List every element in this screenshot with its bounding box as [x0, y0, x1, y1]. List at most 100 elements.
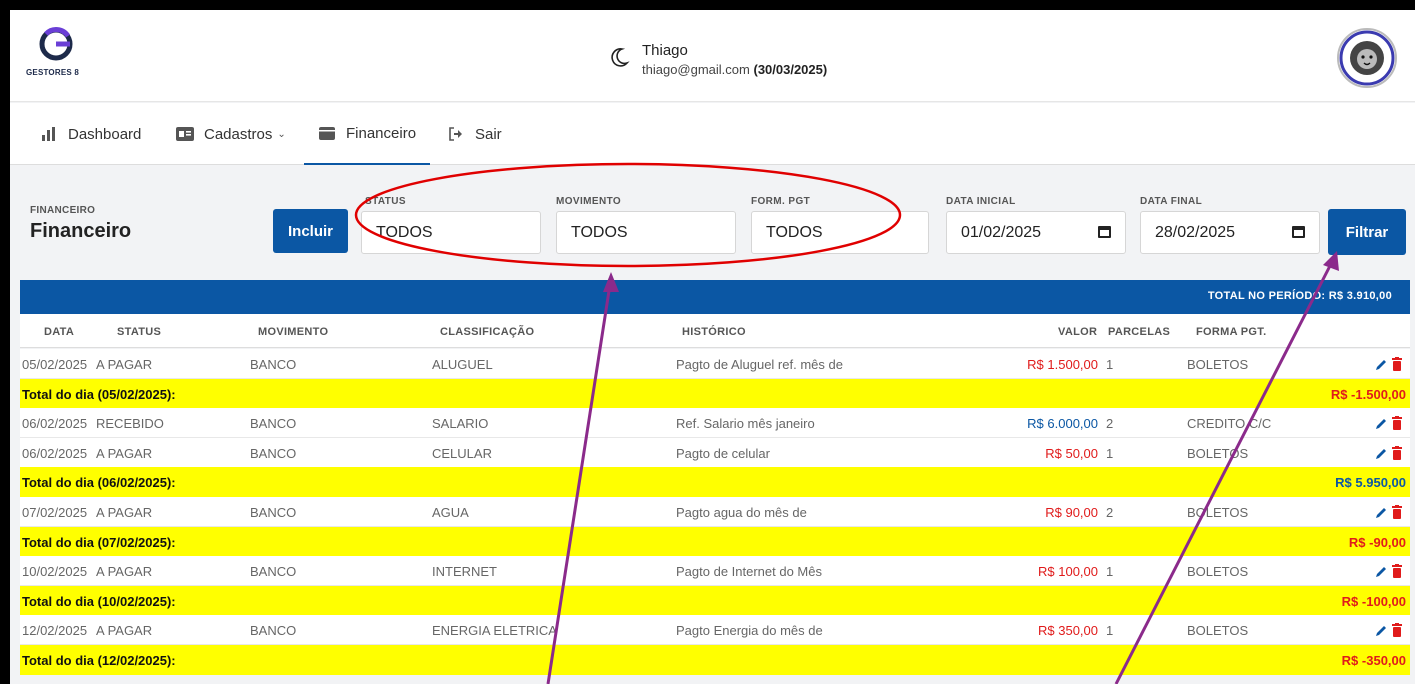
row-actions [1366, 356, 1402, 372]
nav-dashboard[interactable]: Dashboard [40, 103, 141, 165]
cell-parcelas: 2 [1106, 505, 1114, 520]
cell-parcelas: 2 [1106, 416, 1114, 432]
day-total-label: Total do dia (06/02/2025): [22, 475, 176, 491]
cell-movimento: BANCO [250, 416, 297, 432]
user-name: Thiago [642, 42, 688, 59]
day-total-label: Total do dia (12/02/2025): [22, 653, 176, 668]
cell-movimento: BANCO [250, 505, 297, 520]
cell-movimento: BANCO [250, 623, 297, 639]
cell-classificacao: CELULAR [432, 445, 492, 461]
bar-chart-icon [40, 125, 58, 143]
movimento-filter-select[interactable]: TODOS [556, 211, 736, 254]
day-total-row: Total do dia (07/02/2025): R$ -90,00 [20, 526, 1410, 557]
day-total-label: Total do dia (07/02/2025): [22, 534, 176, 550]
cell-valor: R$ 1.500,00 [1027, 357, 1098, 372]
cell-forma-pgt: BOLETOS [1187, 505, 1249, 520]
day-total-label: Total do dia (10/02/2025): [22, 593, 176, 609]
table-row[interactable]: 06/02/2025 A PAGAR BANCO CELULAR Pagto de ce… [20, 437, 1410, 468]
delete-trash-icon[interactable] [1392, 623, 1402, 638]
table-row[interactable]: 12/02/2025 A PAGAR BANCO ENERGIA ELETRICA Pa… [20, 615, 1410, 646]
cell-parcelas: 1 [1106, 357, 1114, 372]
day-total-row: Total do dia (05/02/2025): R$ -1.500,00 [20, 378, 1410, 409]
cell-historico: Pagto de Internet do Mês [676, 564, 822, 580]
edit-pencil-icon[interactable] [1374, 447, 1388, 461]
delete-trash-icon[interactable] [1392, 564, 1402, 579]
delete-trash-icon[interactable] [1392, 505, 1402, 519]
sign-out-icon [447, 125, 465, 143]
edit-pencil-icon[interactable] [1374, 565, 1388, 579]
filtrar-button[interactable]: Filtrar [1328, 209, 1406, 255]
edit-pencil-icon[interactable] [1374, 358, 1388, 372]
cell-valor: R$ 350,00 [1038, 623, 1098, 639]
row-actions [1366, 415, 1402, 431]
cell-data: 06/02/2025 [22, 445, 88, 461]
data-inicial-label: DATA INICIAL [946, 196, 1016, 207]
incluir-button[interactable]: Incluir [273, 209, 348, 253]
cell-classificacao: AGUA [432, 505, 469, 520]
calendar-icon[interactable] [1098, 226, 1111, 238]
col-status[interactable]: STATUS [117, 326, 161, 338]
delete-trash-icon[interactable] [1392, 357, 1402, 371]
cell-movimento: BANCO [250, 445, 297, 461]
data-inicial-input[interactable]: 01/02/2025 [946, 211, 1126, 254]
id-card-icon [176, 125, 194, 143]
data-final-input[interactable]: 28/02/2025 [1140, 211, 1320, 254]
col-historico[interactable]: HISTÓRICO [682, 326, 746, 338]
cell-data: 06/02/2025 [22, 416, 88, 432]
nav-sair-label: Sair [475, 125, 502, 143]
col-parcelas[interactable]: PARCELAS [1108, 326, 1170, 338]
col-forma-pgt[interactable]: FORMA PGT. [1196, 326, 1266, 338]
calendar-icon[interactable] [1292, 226, 1305, 238]
col-valor[interactable]: VALOR [1058, 326, 1097, 338]
table-column-header: DATA STATUS MOVIMENTO CLASSIFICAÇÃO HIST… [20, 314, 1410, 348]
table-row[interactable]: 07/02/2025 A PAGAR BANCO AGUA Pagto agua do … [20, 497, 1410, 527]
cell-valor: R$ 6.000,00 [1027, 416, 1098, 432]
cell-data: 05/02/2025 [22, 357, 88, 372]
cell-data: 12/02/2025 [22, 623, 88, 639]
status-filter-select[interactable]: TODOS [361, 211, 541, 254]
cell-historico: Pagto de Aluguel ref. mês de [676, 357, 843, 372]
edit-pencil-icon[interactable] [1374, 417, 1388, 431]
nav-financeiro[interactable]: Financeiro [304, 103, 431, 165]
table-row[interactable]: 10/02/2025 A PAGAR BANCO INTERNET Pagto de I… [20, 556, 1410, 587]
col-classificacao[interactable]: CLASSIFICAÇÃO [440, 326, 534, 338]
logo-text: GESTORES 8 [26, 68, 79, 77]
row-actions [1366, 504, 1402, 520]
delete-trash-icon[interactable] [1392, 416, 1402, 431]
breadcrumb: FINANCEIRO [30, 205, 96, 216]
cell-forma-pgt: BOLETOS [1187, 623, 1249, 639]
table-row[interactable]: 06/02/2025 RECEBIDO BANCO SALARIO Ref. Salar… [20, 408, 1410, 439]
app-logo[interactable]: GESTORES 8 [26, 24, 86, 90]
nav-cadastros[interactable]: Cadastros ⌄ [176, 103, 286, 165]
cell-data: 10/02/2025 [22, 564, 88, 580]
top-header: GESTORES 8 Thiago thiago@gmail.com (30/0… [10, 10, 1415, 102]
page-title: Financeiro [30, 220, 132, 242]
chevron-down-icon: ⌄ [277, 128, 286, 140]
user-info: Thiago thiago@gmail.com (30/03/2025) [608, 42, 868, 82]
cell-historico: Pagto Energia do mês de [676, 623, 823, 639]
movimento-filter-label: MOVIMENTO [556, 196, 622, 207]
cell-status: A PAGAR [96, 505, 153, 520]
col-data[interactable]: DATA [44, 326, 74, 338]
table-row[interactable]: 05/02/2025 A PAGAR BANCO ALUGUEL Pagto de Al… [20, 349, 1410, 379]
cell-valor: R$ 90,00 [1045, 505, 1098, 520]
cell-status: A PAGAR [96, 623, 153, 639]
total-periodo: TOTAL NO PERÍODO: R$ 3.910,00 [1207, 290, 1392, 302]
row-actions [1366, 445, 1402, 461]
forma-pgt-filter-select[interactable]: TODOS [751, 211, 929, 254]
day-total-amount: R$ -90,00 [1348, 534, 1406, 550]
cell-valor: R$ 100,00 [1038, 564, 1098, 580]
row-actions [1366, 563, 1402, 579]
col-movimento[interactable]: MOVIMENTO [258, 326, 328, 338]
lion-emblem-icon [1339, 30, 1395, 86]
edit-pencil-icon[interactable] [1374, 624, 1388, 638]
cell-classificacao: SALARIO [432, 416, 489, 432]
cell-status: A PAGAR [96, 445, 153, 461]
cell-forma-pgt: CREDITO C/C [1187, 416, 1272, 432]
delete-trash-icon[interactable] [1392, 445, 1402, 460]
edit-pencil-icon[interactable] [1374, 506, 1388, 520]
avatar[interactable] [1337, 28, 1397, 88]
moon-icon[interactable] [608, 46, 630, 68]
nav-sair[interactable]: Sair [447, 103, 502, 165]
cell-classificacao: INTERNET [432, 564, 497, 580]
